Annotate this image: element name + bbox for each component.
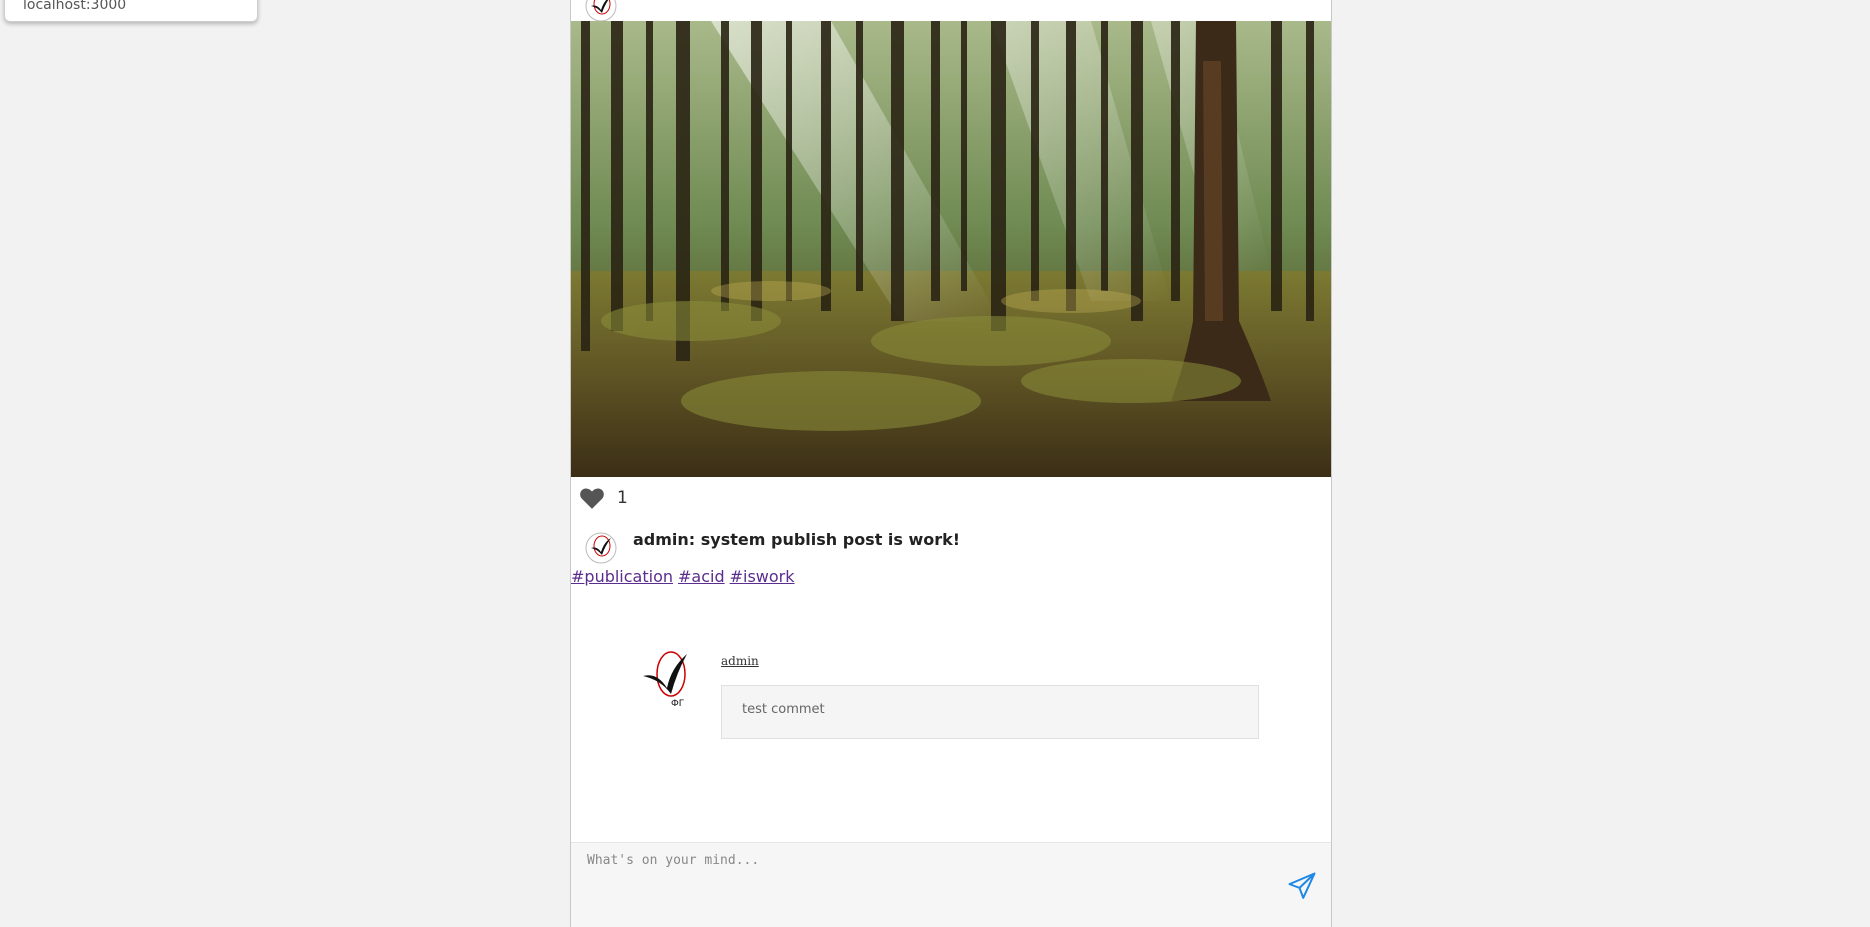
post-author-avatar[interactable]: [585, 532, 617, 564]
send-icon[interactable]: [1287, 871, 1317, 901]
url-tooltip: localhost:3000: [4, 0, 258, 22]
composer-input[interactable]: [585, 851, 1249, 915]
post-tags: #publication #acid #iswork: [571, 567, 800, 586]
like-count: 1: [617, 488, 628, 508]
comment-author-avatar[interactable]: ФГ: [641, 648, 695, 710]
bird-logo-icon: [585, 532, 617, 564]
svg-text:ФГ: ФГ: [671, 699, 684, 709]
tag-publication[interactable]: #publication: [571, 567, 673, 586]
post-card: 1 admin: system publish post is work! #p…: [570, 0, 1332, 927]
url-tooltip-text: localhost:3000: [23, 0, 127, 13]
author-avatar-top[interactable]: [585, 0, 617, 22]
heart-icon[interactable]: [579, 486, 605, 510]
forest-photo-icon: [571, 21, 1331, 477]
bird-logo-icon: [585, 0, 617, 22]
post-composer: [571, 842, 1331, 927]
comment-text: test commet: [742, 702, 825, 717]
tag-iswork[interactable]: #iswork: [730, 567, 795, 586]
post-image[interactable]: [571, 21, 1331, 477]
tag-acid[interactable]: #acid: [678, 567, 725, 586]
bird-logo-icon: ФГ: [643, 651, 687, 709]
comment-author-link[interactable]: admin: [721, 654, 759, 668]
comment-bubble: test commet: [721, 685, 1259, 739]
like-bar: 1: [579, 484, 628, 512]
post-title: admin: system publish post is work!: [633, 530, 961, 549]
